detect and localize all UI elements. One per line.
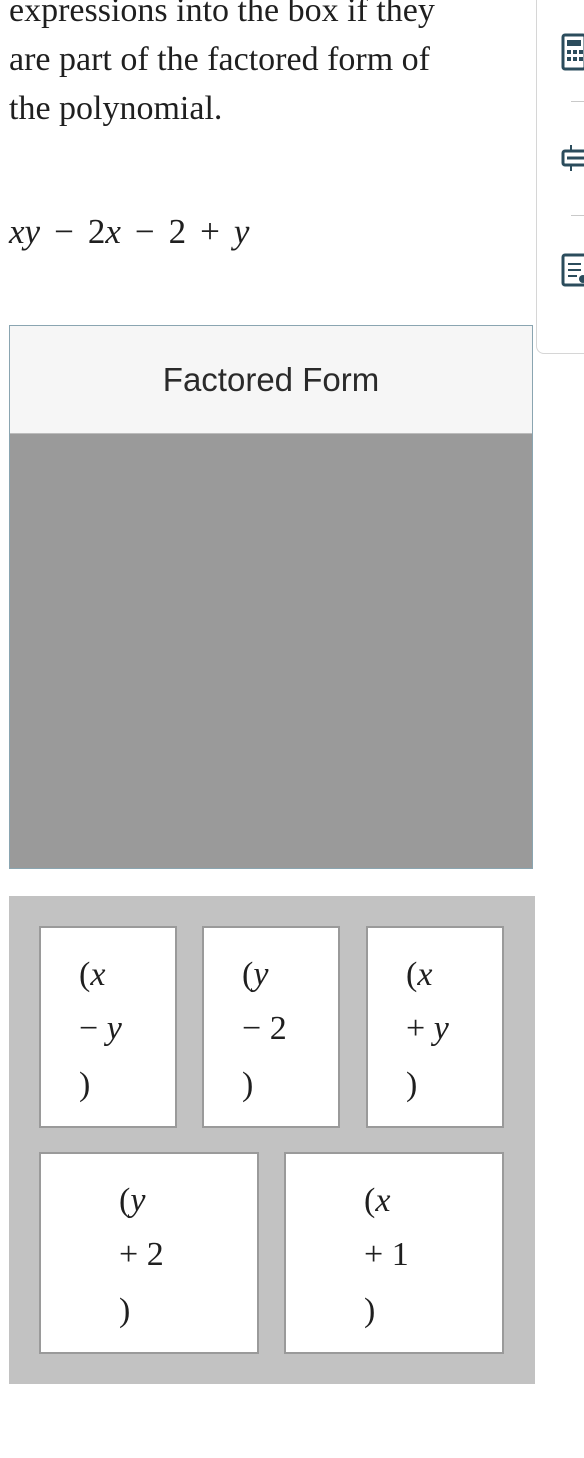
reference-icon[interactable] (561, 141, 584, 181)
operator: + (200, 212, 220, 251)
drag-tile[interactable]: (x + 1 ) (284, 1152, 504, 1354)
tile-term: 1 (391, 1236, 409, 1273)
drag-tile[interactable]: (y + 2 ) (39, 1152, 259, 1354)
factored-form-dropzone[interactable]: Factored Form (9, 325, 533, 869)
term: 2 (168, 212, 187, 251)
paren: ( (242, 956, 254, 993)
paren: ) (242, 1066, 254, 1103)
paren: ( (79, 956, 91, 993)
tile-term: 2 (146, 1236, 164, 1273)
tile-bank: (x − y ) (y − 2 ) (x + y ) (y + 2 ) (x +… (9, 896, 535, 1384)
divider (571, 215, 584, 216)
dropzone-title: Factored Form (10, 326, 532, 434)
drag-tile[interactable]: (x − y ) (39, 926, 177, 1128)
tile-operator: + (364, 1236, 384, 1273)
tile-operator: + (406, 1010, 426, 1047)
term: 2 (87, 212, 106, 251)
prompt-line: expressions into the box if they (9, 0, 435, 29)
calculator-icon[interactable] (561, 33, 584, 73)
tile-operator: − (79, 1010, 99, 1047)
tile-term: y (433, 1010, 449, 1047)
tile-operator: − (242, 1010, 262, 1047)
notepad-icon[interactable] (561, 253, 584, 293)
tile-variable: x (417, 956, 433, 993)
divider (571, 101, 584, 102)
tile-variable: x (90, 956, 106, 993)
tile-term: y (106, 1010, 122, 1047)
dropzone-area[interactable] (10, 434, 532, 870)
prompt-line: are part of the factored form of (9, 41, 430, 78)
paren: ) (79, 1066, 91, 1103)
paren: ( (119, 1182, 131, 1219)
tool-panel (536, 0, 584, 354)
tile-term: 2 (269, 1010, 287, 1047)
term: y (233, 212, 250, 251)
paren: ) (406, 1066, 418, 1103)
tile-variable: y (130, 1182, 146, 1219)
paren: ( (364, 1182, 376, 1219)
operator: − (134, 212, 155, 251)
paren: ( (406, 956, 418, 993)
term: xy (9, 212, 41, 251)
tile-variable: x (375, 1182, 391, 1219)
tile-operator: + (119, 1236, 139, 1273)
drag-tile[interactable]: (x + y ) (366, 926, 504, 1128)
term: x (105, 212, 121, 251)
question-prompt: expressions into the box if they are par… (9, 0, 509, 133)
paren: ) (119, 1292, 131, 1329)
prompt-line: the polynomial. (9, 90, 223, 127)
operator: − (54, 212, 74, 251)
drag-tile[interactable]: (y − 2 ) (202, 926, 340, 1128)
paren: ) (364, 1292, 376, 1329)
tile-variable: y (253, 956, 269, 993)
polynomial-expression: xy −2x −2 + y (9, 212, 249, 252)
